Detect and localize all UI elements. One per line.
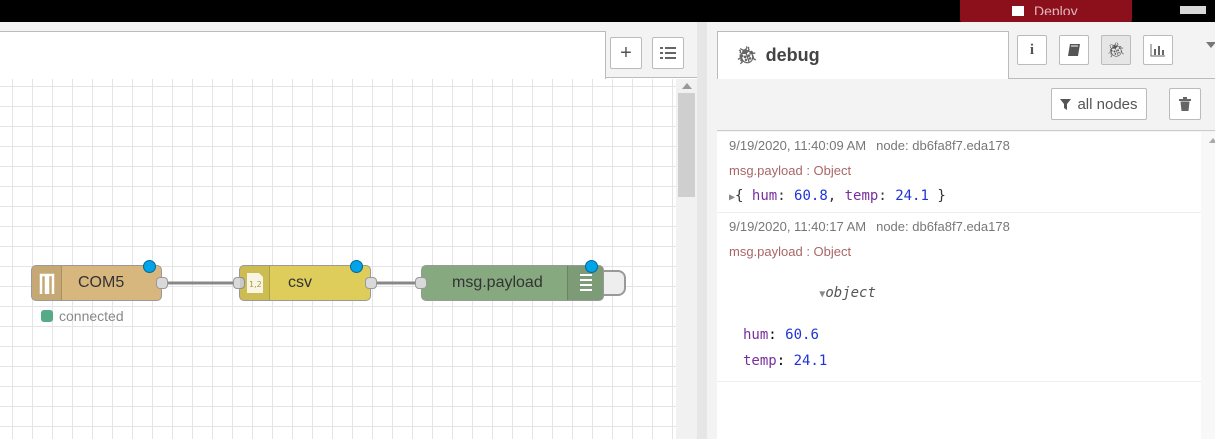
node-label: msg.payload [452,274,543,291]
scroll-up-icon [1209,138,1215,143]
menu-icon [1180,6,1206,14]
debug-tab-button[interactable]: 🐞︎ [1101,35,1131,65]
object-property: hum: 60.6 [743,327,819,343]
deploy-button[interactable]: Deploy [960,0,1132,22]
workspace-tabs: + [0,22,697,79]
debug-node[interactable]: msg.payload [415,260,604,301]
node-label: csv [288,274,312,291]
info-icon: i [1029,41,1035,58]
message-meta: 9/19/2020, 11:40:17 AM node: db6fa8f7.eda… [729,219,1201,234]
changed-indicator [143,260,156,273]
flow-tab[interactable] [0,31,606,79]
payload-key: temp [844,188,879,204]
clear-messages-button[interactable] [1169,88,1201,120]
book-icon [1068,44,1080,56]
list-icon [660,47,676,59]
object-label: object [825,285,876,301]
output-port[interactable] [365,277,377,289]
debug-scrollbar[interactable] [1201,132,1215,439]
filter-label: all nodes [1077,95,1138,113]
brace-open: { [735,188,752,204]
filter-icon [1060,98,1072,110]
bug-icon: 🐞︎ [1106,42,1126,59]
scroll-up-icon [682,83,692,89]
node-label: COM5 [78,274,125,291]
property-key: hum [743,327,769,343]
message-payload-collapsed[interactable]: ▶{ hum: 60.8, temp: 24.1 } [729,188,1201,204]
debug-icon [567,266,603,300]
help-tab-button[interactable] [1059,35,1089,65]
bug-icon: 🐞︎ [736,45,758,65]
message-topic: msg.payload : Object [729,244,852,259]
serial-port-icon [32,266,62,300]
debug-tab[interactable]: 🐞︎ debug [717,31,1009,79]
debug-toggle-button[interactable] [604,270,626,296]
debug-message: 9/19/2020, 11:40:09 AM node: db6fa8f7.eda… [717,132,1201,213]
header-bar: Deploy [0,0,1215,22]
csv-node[interactable]: 1,2 csv [233,260,377,301]
flow-list-button[interactable] [652,37,684,69]
changed-indicator [585,260,598,273]
status-dot [41,310,53,322]
svg-text:1,2: 1,2 [249,280,262,289]
message-payload-expanded[interactable]: ▼object [729,269,1201,317]
property-value: 60.6 [785,327,819,343]
message-meta: 9/19/2020, 11:40:09 AM node: db6fa8f7.eda… [729,138,1201,153]
node-red-editor: Deploy + COM5 connected 1,2 csv msg.payl… [0,0,1215,439]
payload-value: 60.8 [794,188,828,204]
workspace-scrollbar[interactable] [676,79,697,439]
message-timestamp: 9/19/2020, 11:40:17 AM [729,219,867,234]
flow-canvas[interactable]: COM5 connected 1,2 csv msg.payload [0,79,676,439]
property-value: 24.1 [793,353,828,369]
object-property: temp: 24.1 [743,353,828,369]
dashboard-tab-button[interactable] [1143,35,1173,65]
changed-indicator [350,260,363,273]
deploy-label: Deploy [1034,3,1078,15]
wires [165,281,421,285]
sidebar-tabs: 🐞︎ debug i 🐞︎ [717,31,1215,79]
node-status: connected [41,308,124,324]
deploy-icon [1012,6,1024,16]
message-node-id[interactable]: node: db6fa8f7.eda178 [876,219,1010,234]
message-timestamp: 9/19/2020, 11:40:09 AM [729,138,867,153]
message-node-id[interactable]: node: db6fa8f7.eda178 [876,138,1010,153]
status-text: connected [59,308,124,324]
output-port[interactable] [156,277,168,289]
sidebar-menu-caret-icon[interactable] [1206,42,1215,48]
payload-key: hum [751,188,778,204]
csv-icon: 1,2 [240,266,270,300]
main-menu-button[interactable] [1172,0,1215,22]
brace-close: } [928,188,946,204]
serial-in-node[interactable]: COM5 [31,260,168,301]
plus-icon: + [620,41,632,64]
input-port[interactable] [415,277,427,289]
debug-message-list: 9/19/2020, 11:40:09 AM node: db6fa8f7.eda… [717,132,1201,439]
info-tab-button[interactable]: i [1017,35,1047,65]
add-flow-button[interactable]: + [610,37,642,69]
chart-icon [1150,44,1165,57]
debug-tab-label: debug [765,45,820,65]
payload-value: 24.1 [895,188,929,204]
trash-icon [1179,97,1191,111]
sidebar: 🐞︎ debug i 🐞︎ all nodes 9/19/2020, 11:40… [697,22,1215,439]
debug-message: 9/19/2020, 11:40:17 AM node: db6fa8f7.eda… [717,213,1201,382]
scrollbar-thumb[interactable] [678,93,695,197]
message-topic: msg.payload : Object [729,163,852,178]
debug-toolbar: all nodes [717,79,1215,131]
property-key: temp [743,353,777,369]
workspace: + COM5 connected 1,2 csv msg.payload [0,22,697,439]
filter-nodes-button[interactable]: all nodes [1051,88,1147,120]
